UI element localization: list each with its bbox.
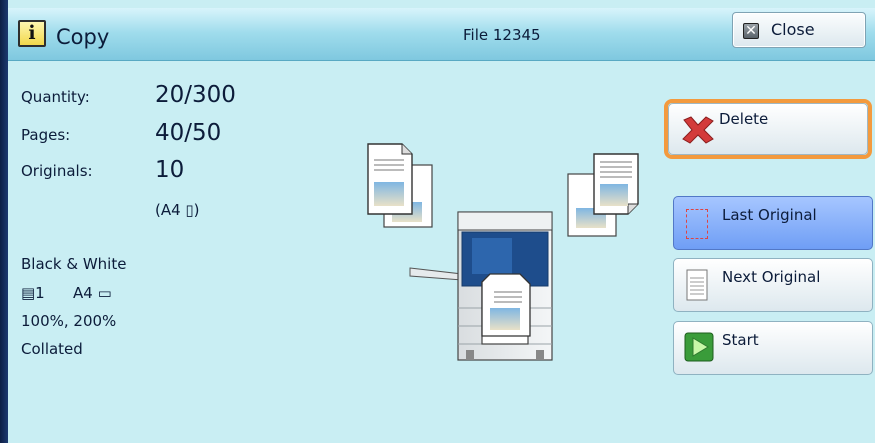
- delete-button[interactable]: Delete: [668, 103, 868, 155]
- start-button[interactable]: Start: [673, 321, 873, 375]
- file-name: File 12345: [463, 26, 541, 44]
- copy-illustration: [367, 143, 639, 361]
- copy-screen: i Copy File 12345 ✕ Close Quantity: 20/3…: [0, 0, 875, 443]
- quantity-value: 20/300: [155, 82, 236, 108]
- originals-icon: [367, 143, 433, 228]
- delete-label: Delete: [719, 110, 769, 128]
- scan-document-icon: [481, 273, 531, 345]
- close-icon: ✕: [743, 23, 759, 39]
- reduce-enlarge: 100%, 200%: [21, 312, 117, 330]
- copies-icon: [567, 153, 639, 237]
- start-icon: [684, 332, 714, 362]
- last-original-icon: [686, 209, 708, 239]
- last-original-label: Last Original: [722, 206, 817, 224]
- pages-value: 40/50: [155, 120, 222, 146]
- color-mode: Black & White: [21, 255, 127, 273]
- originals-value: 10: [155, 157, 185, 183]
- close-button[interactable]: ✕ Close: [732, 12, 866, 48]
- delete-x-icon: [682, 116, 714, 144]
- title-bar: i Copy File 12345 ✕ Close: [8, 8, 875, 61]
- start-label: Start: [722, 331, 759, 349]
- next-original-icon: [686, 269, 708, 301]
- left-frame: [0, 0, 8, 443]
- next-original-button[interactable]: Next Original: [673, 258, 873, 312]
- quantity-label: Quantity:: [21, 88, 90, 106]
- originals-label: Originals:: [21, 162, 93, 180]
- tray-info: ▤1: [21, 284, 45, 302]
- close-label: Close: [771, 20, 815, 39]
- paper-size: (A4 ▯): [155, 201, 200, 219]
- paper-info: A4 ▭: [73, 284, 112, 302]
- output-mode: Collated: [21, 340, 83, 358]
- copier-icon: [409, 211, 553, 361]
- last-original-button[interactable]: Last Original: [673, 196, 873, 250]
- pages-label: Pages:: [21, 126, 71, 144]
- app-title: Copy: [56, 25, 110, 49]
- next-original-label: Next Original: [722, 268, 821, 286]
- info-icon[interactable]: i: [18, 20, 46, 47]
